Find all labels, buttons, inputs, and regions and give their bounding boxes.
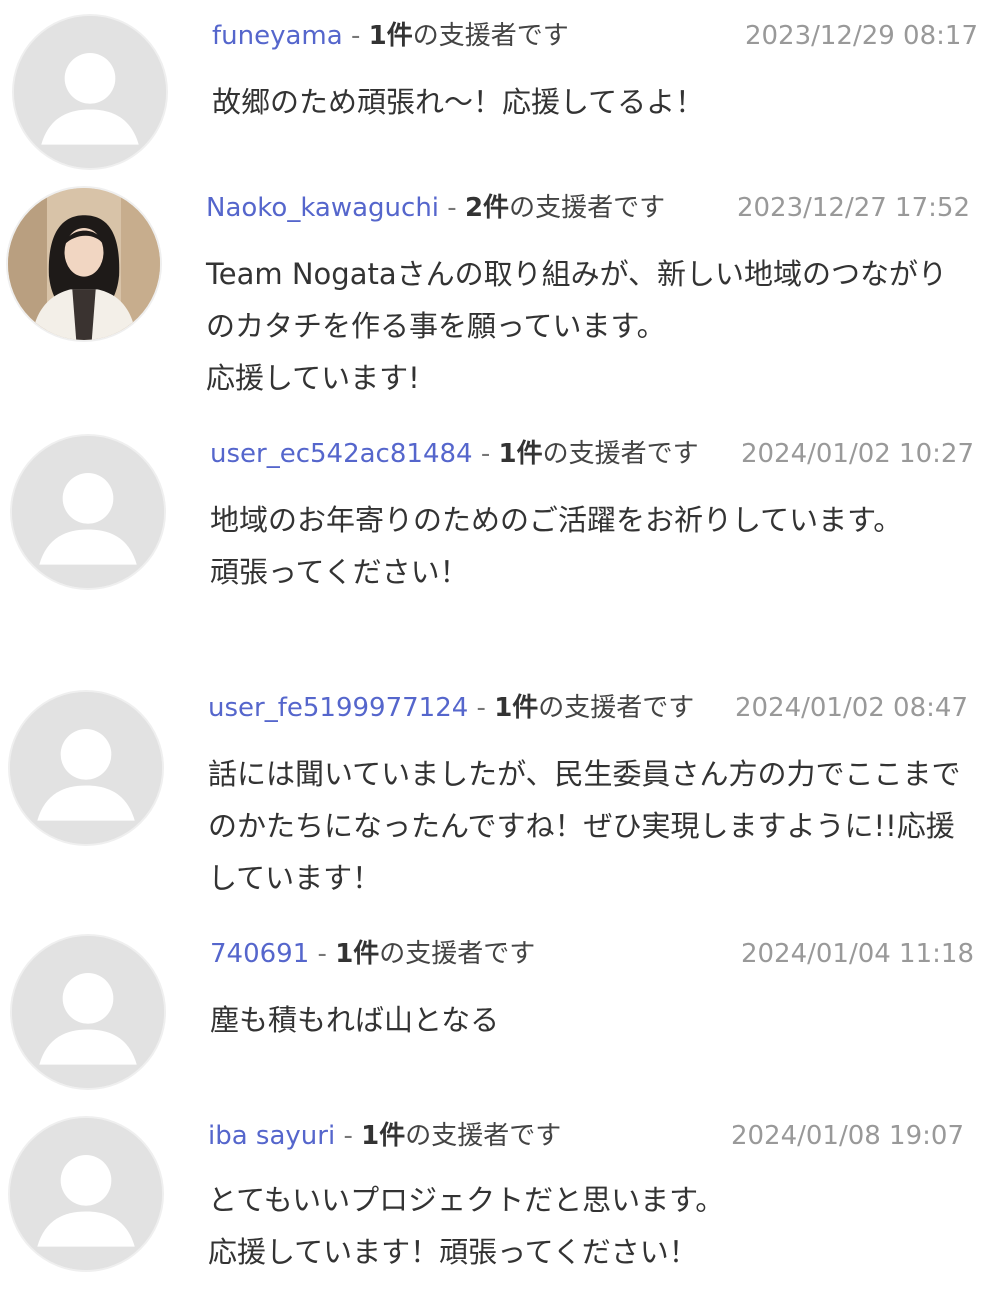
avatar[interactable] [10,434,166,590]
comment-text: 故郷のため頑張れ〜！応援してるよ！ [212,85,705,119]
comment-text: 地域のお年寄りのためのご活躍をお祈りしています。 頑張ってください！ [210,503,903,589]
avatar[interactable] [10,934,166,1090]
username-link[interactable]: Naoko_kawaguchi [206,193,439,223]
separator: - [468,693,495,723]
supporter-label: の支援者です [542,439,699,469]
separator: - [439,193,465,223]
default-user-icon [10,1118,162,1270]
support-count: 1件 [494,693,539,723]
comment-text: 塵も積もれば山となる [210,1003,500,1037]
comment-header: iba sayuri - 1件の支援者です [208,1118,561,1154]
avatar[interactable] [6,186,162,342]
avatar[interactable] [8,1116,164,1272]
support-count: 1件 [498,439,543,469]
username-link[interactable]: user_ec542ac81484 [210,439,473,469]
default-user-icon [12,436,164,588]
username-link[interactable]: user_fe5199977124 [208,693,468,723]
username-link[interactable]: 740691 [210,939,309,969]
support-count: 1件 [368,21,413,51]
comment-list: funeyama - 1件の支援者です 2023/12/29 08:17 故郷の… [0,0,1000,1300]
supporter-label: の支援者です [379,939,536,969]
timestamp: 2024/01/02 08:47 [734,693,968,723]
username-link[interactable]: iba sayuri [208,1121,335,1151]
separator: - [335,1121,362,1151]
username-link[interactable]: funeyama [212,21,343,51]
default-user-icon [14,16,166,168]
timestamp: 2024/01/04 11:18 [740,939,974,969]
support-count: 1件 [335,939,380,969]
default-user-icon [10,692,162,844]
profile-photo [8,188,160,340]
supporter-label: の支援者です [509,193,666,223]
comment-header: user_fe5199977124 - 1件の支援者です [208,690,694,726]
comment-header: user_ec542ac81484 - 1件の支援者です [210,436,699,472]
timestamp: 2023/12/29 08:17 [744,21,978,51]
supporter-label: の支援者です [412,21,569,51]
supporter-label: の支援者です [538,693,695,723]
comment-header: 740691 - 1件の支援者です [210,936,535,972]
comment-header: funeyama - 1件の支援者です [212,18,569,54]
timestamp: 2024/01/08 19:07 [730,1121,964,1151]
avatar[interactable] [12,14,168,170]
support-count: 1件 [361,1121,406,1151]
default-user-icon [12,936,164,1088]
separator: - [342,21,369,51]
timestamp: 2023/12/27 17:52 [736,193,970,223]
supporter-label: の支援者です [405,1121,562,1151]
support-count: 2件 [464,193,510,223]
avatar[interactable] [8,690,164,846]
comment-header: Naoko_kawaguchi - 2件の支援者です [206,190,665,226]
separator: - [472,439,499,469]
comment-text: 話には聞いていましたが、民生委員さん方の力でここまでのかたちになったんですね！ぜ… [208,757,961,895]
separator: - [309,939,336,969]
comment-text: とてもいいプロジェクトだと思います。 応援しています！頑張ってください！ [208,1183,725,1269]
timestamp: 2024/01/02 10:27 [740,439,974,469]
comment-text: Team Nogataさんの取り組みが、新しい地域のつながりのカタチを作る事を願… [206,257,948,395]
